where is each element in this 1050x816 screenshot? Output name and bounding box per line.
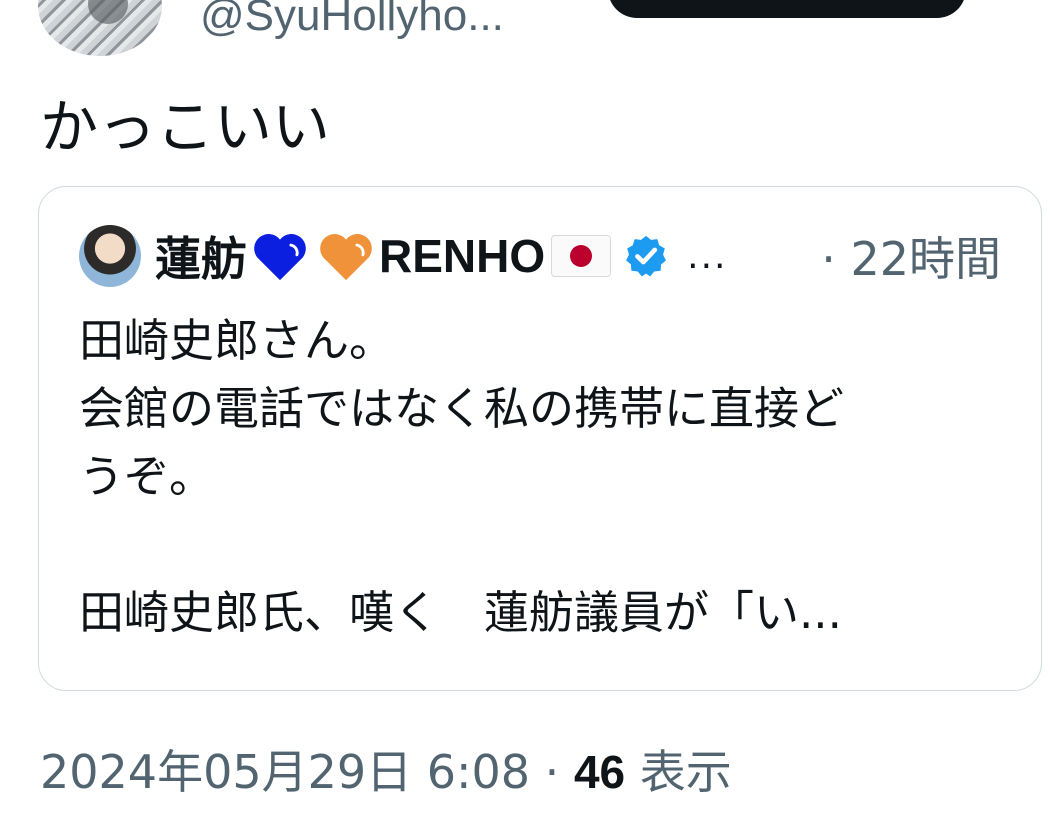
tweet-meta: 2024年05月29日 6:08 · 46 表示 [40,742,732,802]
quoted-author-name-prefix: 蓮舫 [155,232,247,286]
quoted-tweet-card[interactable]: 蓮舫 RENHO ... · 22時間 田崎史郎さん。 会館の電話ではなく私の携… [38,186,1042,691]
verified-badge-icon [626,235,667,277]
meta-separator: · [530,745,574,799]
views-label: 表示 [625,745,732,799]
author-handle[interactable]: @SyuHollyho... [200,0,504,46]
quoted-author-name-latin: RENHO [379,230,546,282]
quoted-text-line: うぞ。 [79,450,215,503]
avatar-figure [88,0,128,24]
quoted-author-name[interactable]: 蓮舫 RENHO ... [155,225,727,287]
orange-heart-icon [320,234,372,281]
quoted-text-line [79,511,1009,579]
quoted-text-line: 田崎史郎氏、嘆く 蓮舫議員が「い... [79,586,842,639]
tweet-text: かっこいい [40,93,331,161]
quoted-timestamp[interactable]: · 22時間 [821,225,1001,287]
blue-heart-icon [254,234,306,281]
quoted-author-avatar[interactable] [79,225,141,287]
author-avatar[interactable] [38,0,162,56]
follow-button[interactable] [608,0,966,18]
quoted-text-line: 会館の電話ではなく私の携帯に直接ど [79,382,845,435]
name-truncation: ... [687,235,728,277]
tweet-datetime[interactable]: 2024年05月29日 6:08 [40,745,530,799]
quoted-tweet-body: 田崎史郎さん。 会館の電話ではなく私の携帯に直接ど うぞ。 田崎史郎氏、嘆く 蓮… [79,307,1009,647]
japan-flag-icon [551,235,612,277]
quoted-text-line: 田崎史郎さん。 [79,314,395,367]
views-count: 46 [573,746,626,798]
